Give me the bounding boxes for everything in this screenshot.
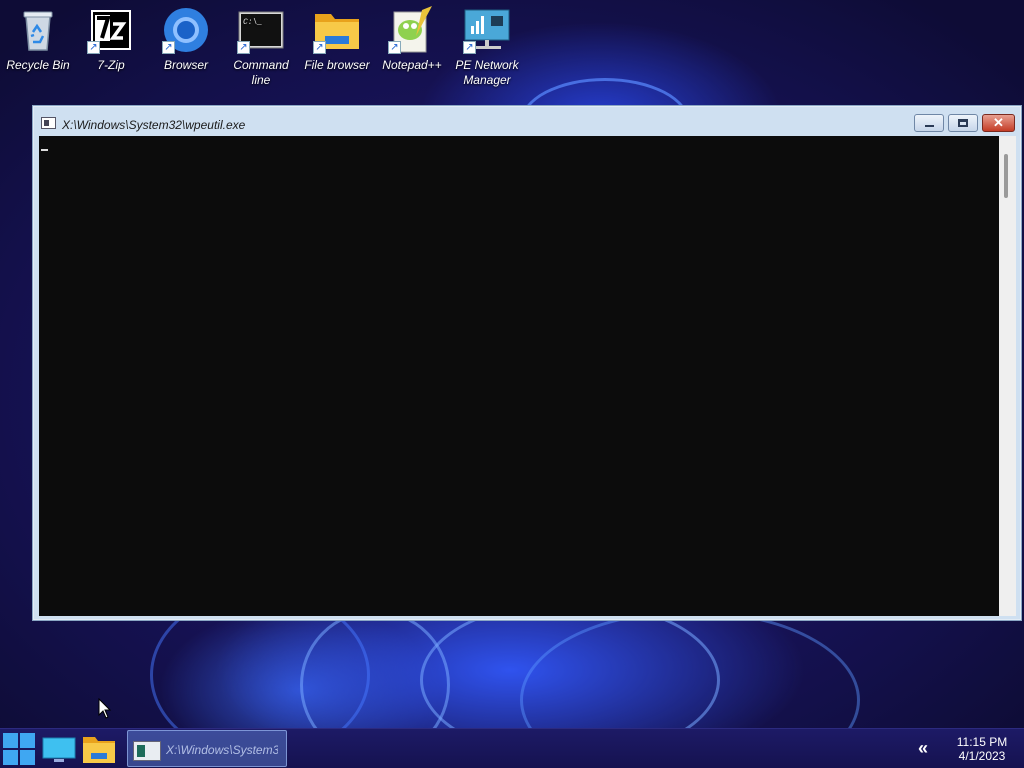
maximize-icon (958, 119, 968, 127)
desktop-icon-label: PE Network Manager (455, 58, 519, 87)
windows-logo-icon (20, 733, 35, 748)
shortcut-arrow-icon: ↗ (237, 41, 250, 54)
shortcut-arrow-icon: ↗ (463, 41, 476, 54)
monitor-icon (42, 737, 76, 762)
clock-time: 11:15 PM (956, 735, 1008, 749)
scrollbar-thumb[interactable] (1004, 154, 1008, 198)
desktop-icon-7zip[interactable]: ↗ 7-Zip (73, 6, 149, 73)
vertical-scrollbar[interactable] (999, 136, 1016, 616)
folder-icon: ↗ (313, 6, 361, 54)
desktop-icon-label: 7-Zip (97, 58, 125, 72)
minimize-button[interactable] (914, 114, 944, 132)
desktop-icon-label: Command line (233, 58, 289, 87)
start-button[interactable] (3, 733, 35, 765)
window-titlebar[interactable]: X:\Windows\System32\wpeutil.exe ✕ (33, 106, 1021, 136)
notepad-plus-plus-icon: ↗ (388, 6, 436, 54)
browser-icon: ↗ (162, 6, 210, 54)
text-cursor (41, 149, 48, 151)
close-icon: ✕ (993, 115, 1004, 130)
minimize-icon (924, 125, 934, 127)
desktop-icon-file-browser[interactable]: ↗ File browser (299, 6, 375, 73)
taskbar-desktop-button[interactable] (42, 733, 76, 765)
shortcut-arrow-icon: ↗ (87, 41, 100, 54)
folder-icon (83, 737, 115, 763)
system-clock[interactable]: 11:15 PM 4/1/2023 (948, 735, 1016, 763)
desktop-icon-command-line[interactable]: C:\_ ↗ Command line (223, 6, 299, 88)
svg-text:C:\_: C:\_ (243, 18, 262, 27)
desktop-icon-label: Recycle Bin (6, 58, 70, 72)
network-manager-icon: ↗ (463, 6, 511, 54)
mouse-pointer-icon (98, 698, 112, 719)
desktop-icon-pe-network-manager[interactable]: ↗ PE Network Manager (449, 6, 525, 88)
tray-expand-icon[interactable]: « (918, 738, 928, 759)
desktop-icon-recycle-bin[interactable]: Recycle Bin (0, 6, 76, 73)
console-app-icon (41, 117, 56, 129)
desktop-icon-browser[interactable]: ↗ Browser (148, 6, 224, 73)
desktop-icon-label: Browser (163, 58, 208, 72)
close-button[interactable]: ✕ (982, 114, 1015, 132)
recycle-bin-icon (14, 6, 62, 54)
desktop-icon-notepad-plus-plus[interactable]: ↗ Notepad++ (374, 6, 450, 73)
windows-logo-icon (3, 750, 18, 765)
taskbar-task-wpeutil[interactable]: X:\Windows\System32\wpeutil.exe (127, 730, 287, 767)
clock-date: 4/1/2023 (958, 749, 1006, 763)
window-title: X:\Windows\System32\wpeutil.exe (62, 118, 246, 132)
desktop-icon-label: Notepad++ (382, 58, 442, 72)
desktop-icon-label: File browser (304, 58, 370, 72)
7zip-icon: ↗ (87, 6, 135, 54)
maximize-button[interactable] (948, 114, 978, 132)
shortcut-arrow-icon: ↗ (313, 41, 326, 54)
taskbar-task-label: X:\Windows\System32\wpeutil.exe (166, 743, 278, 757)
console-window[interactable]: X:\Windows\System32\wpeutil.exe ✕ (32, 105, 1022, 621)
taskbar-file-browser-button[interactable] (82, 733, 116, 765)
command-line-icon: C:\_ ↗ (237, 6, 285, 54)
windows-logo-icon (3, 733, 18, 748)
console-app-icon (133, 741, 161, 761)
taskbar: X:\Windows\System32\wpeutil.exe « 11:15 … (0, 728, 1024, 768)
windows-logo-icon (20, 750, 35, 765)
shortcut-arrow-icon: ↗ (162, 41, 175, 54)
console-output[interactable] (39, 136, 999, 616)
shortcut-arrow-icon: ↗ (388, 41, 401, 54)
